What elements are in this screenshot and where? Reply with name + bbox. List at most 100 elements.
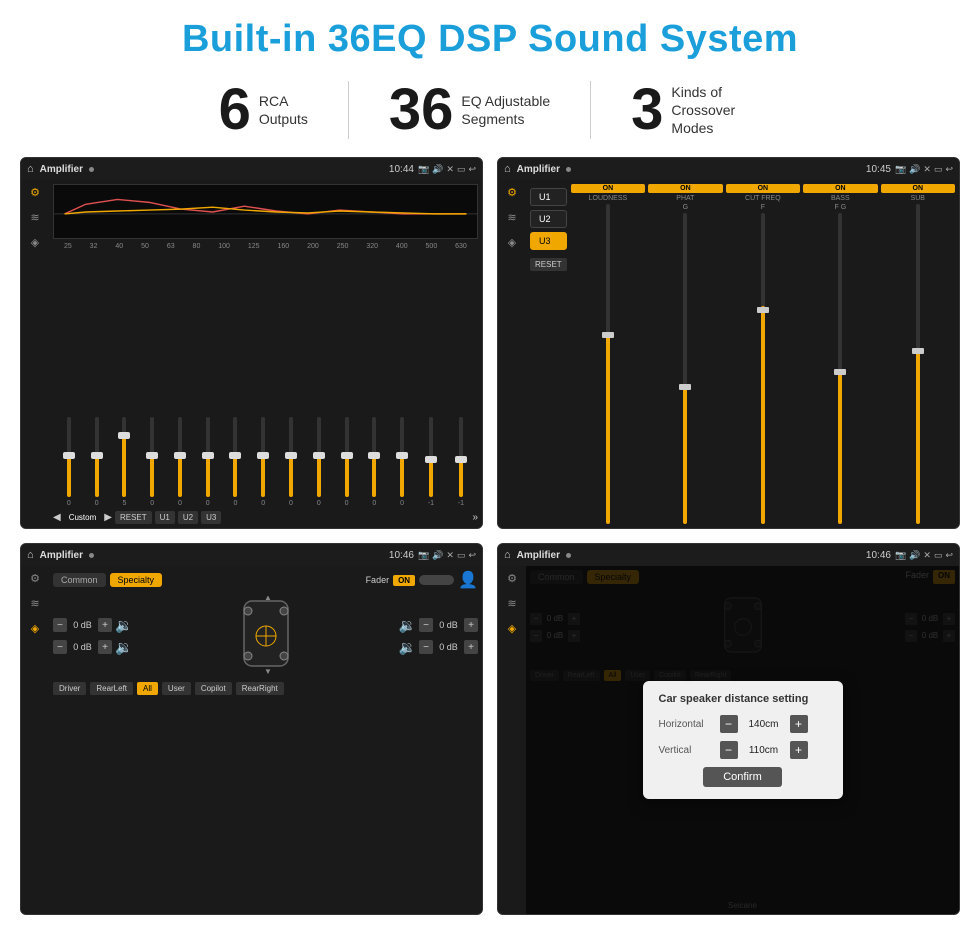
cross-u1-button[interactable]: U1 [530,188,567,206]
close-icon4[interactable]: ✕ [923,550,931,561]
status-dot3 [89,553,94,558]
slider-thumb-9[interactable] [313,452,325,459]
eq-next-button[interactable]: ▶ [104,512,112,523]
fader-slider[interactable] [419,575,454,585]
wave-icon4[interactable]: ≋ [507,597,516,610]
slider-thumb-7[interactable] [257,452,269,459]
phat-on[interactable]: ON [648,184,722,193]
fader-all-button[interactable]: All [137,682,158,695]
loudness-on[interactable]: ON [571,184,645,193]
window-icon2: ▭ [934,164,943,175]
cross-u3-button[interactable]: U3 [530,232,567,250]
rl-minus-button[interactable]: − [53,640,67,654]
slider-thumb-11[interactable] [368,452,380,459]
close-icon2[interactable]: ✕ [923,164,931,175]
home-icon2[interactable]: ⌂ [504,163,511,175]
slider-thumb-8[interactable] [285,452,297,459]
sub-on[interactable]: ON [881,184,955,193]
rl-plus-button[interactable]: + [98,640,112,654]
slider-thumb-6[interactable] [229,452,241,459]
window-icon: ▭ [457,164,466,175]
wave-icon3[interactable]: ≋ [30,597,39,610]
eq-prev-button[interactable]: ◀ [53,512,61,523]
home-icon4[interactable]: ⌂ [504,549,511,561]
screenshots-grid: ⌂ Amplifier 10:44 📷 🔊 ✕ ▭ ↩ ⚙ ≋ ◈ [20,157,960,915]
status-dot4 [566,553,571,558]
confirm-button[interactable]: Confirm [703,767,782,787]
wave-icon2[interactable]: ≋ [507,211,516,224]
status-dot [89,167,94,172]
bass-on[interactable]: ON [803,184,877,193]
fr-minus-button[interactable]: − [419,618,433,632]
close-icon[interactable]: ✕ [446,164,454,175]
back-icon4[interactable]: ↩ [945,550,953,561]
slider-thumb-1[interactable] [91,452,103,459]
slider-thumb-3[interactable] [146,452,158,459]
sub-slider [881,204,955,524]
slider-thumb-2[interactable] [118,432,130,439]
eq-icon4[interactable]: ⚙ [507,572,517,585]
eq-u3-button[interactable]: U3 [201,511,221,524]
cross-reset-button[interactable]: RESET [530,258,567,271]
back-icon[interactable]: ↩ [468,164,476,175]
fader-specialty-tab[interactable]: Specialty [110,573,163,587]
home-icon3[interactable]: ⌂ [27,549,34,561]
eq-slider-0: 0 [67,417,71,507]
eq-icon3[interactable]: ⚙ [30,572,40,585]
horizontal-plus-button[interactable]: + [790,715,808,733]
fader-driver-button[interactable]: Driver [53,682,86,695]
eq-custom-button[interactable]: Custom [64,511,102,524]
slider-thumb-13[interactable] [425,456,437,463]
cutfreq-on[interactable]: ON [726,184,800,193]
fader-rearleft-button[interactable]: RearLeft [90,682,133,695]
eq-u1-button[interactable]: U1 [155,511,175,524]
speaker-icon4[interactable]: ◈ [508,622,516,635]
slider-thumb-4[interactable] [174,452,186,459]
slider-thumb-5[interactable] [202,452,214,459]
topbar-icons4: 📷 🔊 ✕ ▭ ↩ [895,550,953,561]
screen1-time: 10:44 [389,164,414,175]
stat-crossover: 3 Kinds of Crossover Modes [591,81,801,139]
vertical-value: 110cm [744,745,784,756]
rr-minus-button[interactable]: − [419,640,433,654]
screen3-sidebar: ⚙ ≋ ◈ [21,566,49,914]
svg-text:▲: ▲ [264,596,272,602]
fader-copilot-button[interactable]: Copilot [195,682,232,695]
slider-thumb-14[interactable] [455,456,467,463]
eq-icon2[interactable]: ⚙ [507,186,517,199]
speaker-icon2[interactable]: ◈ [508,236,516,249]
fr-plus-button[interactable]: + [464,618,478,632]
rr-plus-button[interactable]: + [464,640,478,654]
vertical-minus-button[interactable]: − [720,741,738,759]
cross-u2-button[interactable]: U2 [530,210,567,228]
fader-common-tab[interactable]: Common [53,573,106,587]
fl-plus-button[interactable]: + [98,618,112,632]
back-icon2[interactable]: ↩ [945,164,953,175]
close-icon3[interactable]: ✕ [446,550,454,561]
wave-icon[interactable]: ≋ [30,211,39,224]
speaker-icon3[interactable]: ◈ [31,622,39,635]
horizontal-minus-button[interactable]: − [720,715,738,733]
topbar-icons3: 📷 🔊 ✕ ▭ ↩ [418,550,476,561]
home-icon[interactable]: ⌂ [27,163,34,175]
stat-crossover-label: Kinds of Crossover Modes [671,83,761,138]
volume-icon3: 🔊 [432,550,443,561]
back-icon3[interactable]: ↩ [468,550,476,561]
screen2-main: U1 U2 U3 RESET ON LOUDNESS [526,180,959,528]
eq-more-button[interactable]: » [472,512,478,523]
fader-user-button[interactable]: User [162,682,191,695]
fader-rearright-button[interactable]: RearRight [236,682,284,695]
eq-screen: 25 32 40 50 63 80 100 125 160 200 250 32… [53,184,478,524]
fl-minus-button[interactable]: − [53,618,67,632]
vertical-plus-button[interactable]: + [790,741,808,759]
speaker-icon[interactable]: ◈ [31,236,39,249]
eq-reset-button[interactable]: RESET [115,511,152,524]
slider-thumb-0[interactable] [63,452,75,459]
channel-bass: ON BASS F G [803,184,877,524]
screen1-topbar: ⌂ Amplifier 10:44 📷 🔊 ✕ ▭ ↩ [21,158,482,180]
slider-thumb-10[interactable] [341,452,353,459]
distance-dialog: Car speaker distance setting Horizontal … [643,681,843,799]
eq-icon[interactable]: ⚙ [30,186,40,199]
eq-u2-button[interactable]: U2 [178,511,198,524]
slider-thumb-12[interactable] [396,452,408,459]
